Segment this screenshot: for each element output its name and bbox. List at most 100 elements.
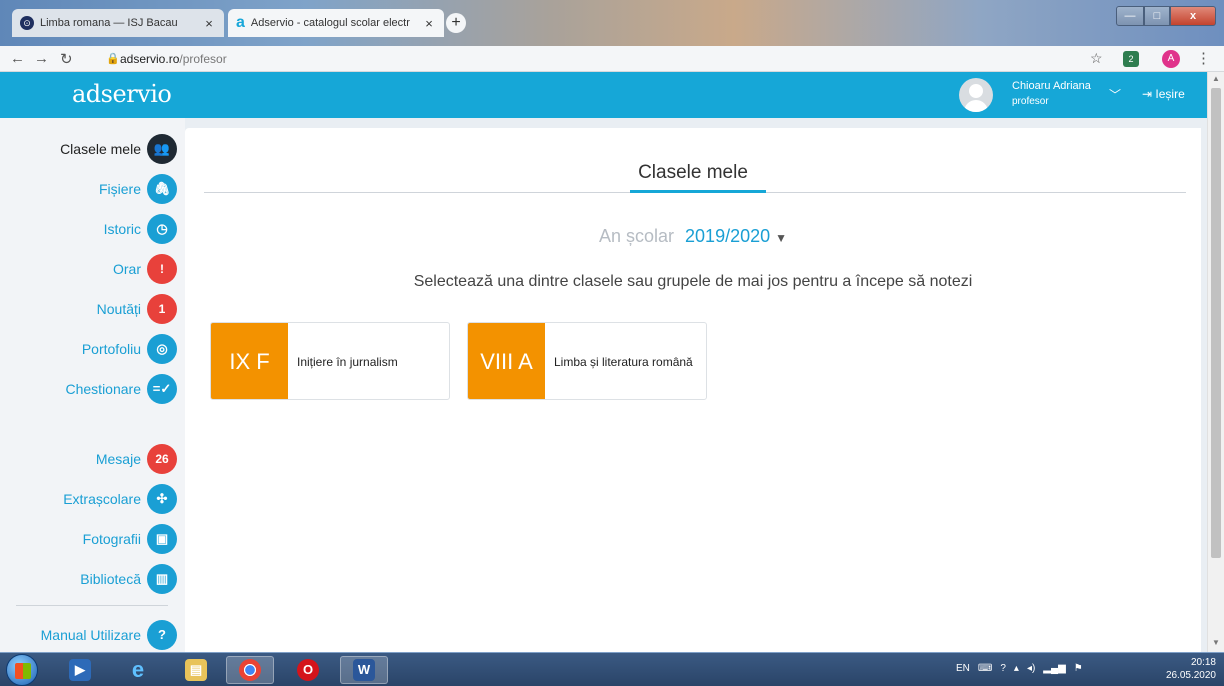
books-icon: ▥ [147, 564, 177, 594]
page-scrollbar[interactable]: ▲ ▼ [1207, 72, 1224, 652]
sidebar-item-label: Noutăți [96, 301, 141, 317]
reload-icon[interactable]: ↻ [60, 50, 73, 68]
sidebar-item-label: Fotografii [82, 531, 141, 547]
taskbar-clock[interactable]: 20:18 26.05.2020 [1156, 656, 1216, 682]
group-icon: 👥 [147, 134, 177, 164]
windows-logo-icon [15, 663, 31, 679]
chevron-down-icon[interactable]: ﹀ [1109, 86, 1121, 103]
sidebar-item-noutati[interactable]: Noutăți 1 [97, 294, 177, 324]
scroll-down-arrow-icon[interactable]: ▼ [1212, 638, 1220, 647]
sidebar-item-fotografii[interactable]: Fotografii ▣ [83, 524, 177, 554]
sidebar-item-fisiere[interactable]: Fișiere 🖇 [99, 174, 177, 204]
sidebar-item-label: Manual Utilizare [40, 627, 141, 643]
help-tray-icon[interactable]: ? [1000, 663, 1006, 674]
scroll-up-arrow-icon[interactable]: ▲ [1212, 74, 1220, 83]
sidebar-item-label: Chestionare [65, 381, 142, 397]
sidebar-item-istoric[interactable]: Istoric ◷ [104, 214, 177, 244]
alert-badge-icon: ! [147, 254, 177, 284]
history-clock-icon: ◷ [147, 214, 177, 244]
volume-icon[interactable]: ◂) [1027, 663, 1035, 674]
sidebar-item-chestionare[interactable]: Chestionare =✓ [65, 374, 177, 404]
logout-button[interactable]: ⇥ Ieșire [1142, 87, 1185, 101]
new-tab-button[interactable]: + [446, 13, 466, 33]
sidebar-item-portofoliu[interactable]: Portofoliu ◎ [82, 334, 177, 364]
network-signal-icon[interactable]: ▂▄▆ [1043, 663, 1065, 674]
taskbar-file-explorer[interactable]: ▤ [172, 656, 220, 684]
windows-taskbar: ▶ e ▤ O W EN ⌨ ? ▴ ◂) ▂▄▆ ⚑ 20:18 26.05.… [0, 652, 1224, 686]
taskbar-internet-explorer[interactable]: e [114, 656, 162, 684]
internet-explorer-icon: e [131, 657, 145, 682]
school-year-value[interactable]: 2019/2020 [685, 226, 770, 246]
sidebar-item-label: Clasele mele [60, 141, 141, 157]
instructions-text: Selectează una dintre clasele sau grupel… [413, 273, 973, 290]
checklist-icon: =✓ [147, 374, 177, 404]
back-arrow-icon[interactable]: ← [10, 50, 25, 67]
sidebar-item-manual-utilizare[interactable]: Manual Utilizare ? [41, 620, 177, 650]
window-minimize-button[interactable]: — [1116, 6, 1144, 26]
url-field[interactable]: adservio.ro/profesor [120, 52, 227, 66]
class-subject: Limba și literatura română [554, 355, 693, 369]
tab-title: Adservio - catalogul scolar electr [250, 17, 410, 29]
profile-avatar[interactable]: A [1162, 50, 1180, 68]
taskbar-opera[interactable]: O [284, 656, 332, 684]
class-code: IX F [211, 323, 288, 399]
window-maximize-button[interactable]: □ [1144, 6, 1170, 26]
content-panel: Clasele mele An școlar 2019/2020 ▼ Selec… [185, 128, 1201, 652]
tray-expand-icon[interactable]: ▴ [1014, 663, 1019, 674]
sidebar-item-label: Istoric [103, 221, 141, 237]
browser-tab-limba-romana[interactable]: ⊙ Limba romana — ISJ Bacau × [12, 9, 224, 37]
user-role: profesor [1012, 96, 1049, 107]
tab-title: Limba romana — ISJ Bacau [40, 17, 178, 29]
sidebar-item-extrascolare[interactable]: Extrașcolare ✣ [63, 484, 177, 514]
clock-date: 26.05.2020 [1165, 670, 1216, 681]
sidebar-item-clasele-mele[interactable]: Clasele mele 👥 [60, 134, 177, 164]
browser-menu-icon[interactable]: ⋮ [1196, 49, 1211, 67]
scroll-thumb[interactable] [1211, 88, 1221, 558]
lock-icon: 🔒 [106, 53, 120, 65]
sidebar-item-biblioteca[interactable]: Bibliotecă ▥ [80, 564, 177, 594]
messages-count-icon: 26 [147, 444, 177, 474]
sidebar-item-label: Bibliotecă [80, 571, 141, 587]
school-year-label: An școlar [598, 226, 675, 246]
system-tray: EN ⌨ ? ▴ ◂) ▂▄▆ ⚑ [956, 663, 1083, 674]
class-card-ix-f[interactable]: IX F Inițiere în jurnalism [210, 322, 450, 400]
sidebar: Clasele mele 👥 Fișiere 🖇 Istoric ◷ Orar … [0, 118, 185, 652]
extension-badge[interactable]: 2 [1123, 51, 1139, 67]
help-icon: ? [147, 620, 177, 650]
tab-close-icon[interactable]: × [422, 16, 436, 31]
sidebar-item-mesaje[interactable]: Mesaje 26 [96, 444, 177, 474]
taskbar-chrome[interactable] [226, 656, 274, 684]
start-button[interactable] [6, 654, 38, 686]
url-host: adservio.ro [120, 52, 180, 66]
adservio-logo[interactable]: adservio [72, 80, 172, 108]
taskbar-word[interactable]: W [340, 656, 388, 684]
class-card-viii-a[interactable]: VIII A Limba și literatura română [467, 322, 707, 400]
user-avatar[interactable] [959, 78, 993, 112]
sidebar-item-label: Fișiere [98, 181, 141, 197]
sidebar-item-label: Orar [113, 261, 141, 277]
language-indicator[interactable]: EN [956, 663, 970, 674]
opera-icon: O [297, 659, 319, 681]
forward-arrow-icon[interactable]: → [34, 50, 49, 67]
sidebar-item-label: Extrașcolare [63, 491, 141, 507]
browser-tab-adservio[interactable]: a Adservio - catalogul scolar electr × [228, 9, 444, 37]
keyboard-icon[interactable]: ⌨ [978, 663, 992, 674]
user-name[interactable]: Chioaru Adriana [1012, 80, 1091, 92]
sidebar-item-orar[interactable]: Orar ! [113, 254, 177, 284]
title-underline [630, 190, 766, 193]
taskbar-media-player[interactable]: ▶ [56, 656, 104, 684]
action-center-flag-icon[interactable]: ⚑ [1074, 663, 1083, 674]
school-year-selector[interactable]: An școlar 2019/2020 ▼ [185, 226, 1201, 247]
word-icon: W [353, 659, 375, 681]
class-subject: Inițiere în jurnalism [297, 355, 398, 369]
window-close-button[interactable]: x [1170, 6, 1216, 26]
count-badge-icon: 1 [147, 294, 177, 324]
logout-icon: ⇥ [1142, 87, 1153, 101]
caret-down-icon[interactable]: ▼ [775, 231, 787, 245]
bookmark-star-icon[interactable]: ☆ [1090, 50, 1103, 67]
page-title: Clasele mele [638, 162, 748, 183]
logout-label: Ieșire [1155, 87, 1185, 101]
browser-titlebar: ⊙ Limba romana — ISJ Bacau × a Adservio … [0, 0, 1224, 46]
tab-close-icon[interactable]: × [202, 16, 216, 31]
globe-icon: ⊙ [20, 16, 34, 30]
